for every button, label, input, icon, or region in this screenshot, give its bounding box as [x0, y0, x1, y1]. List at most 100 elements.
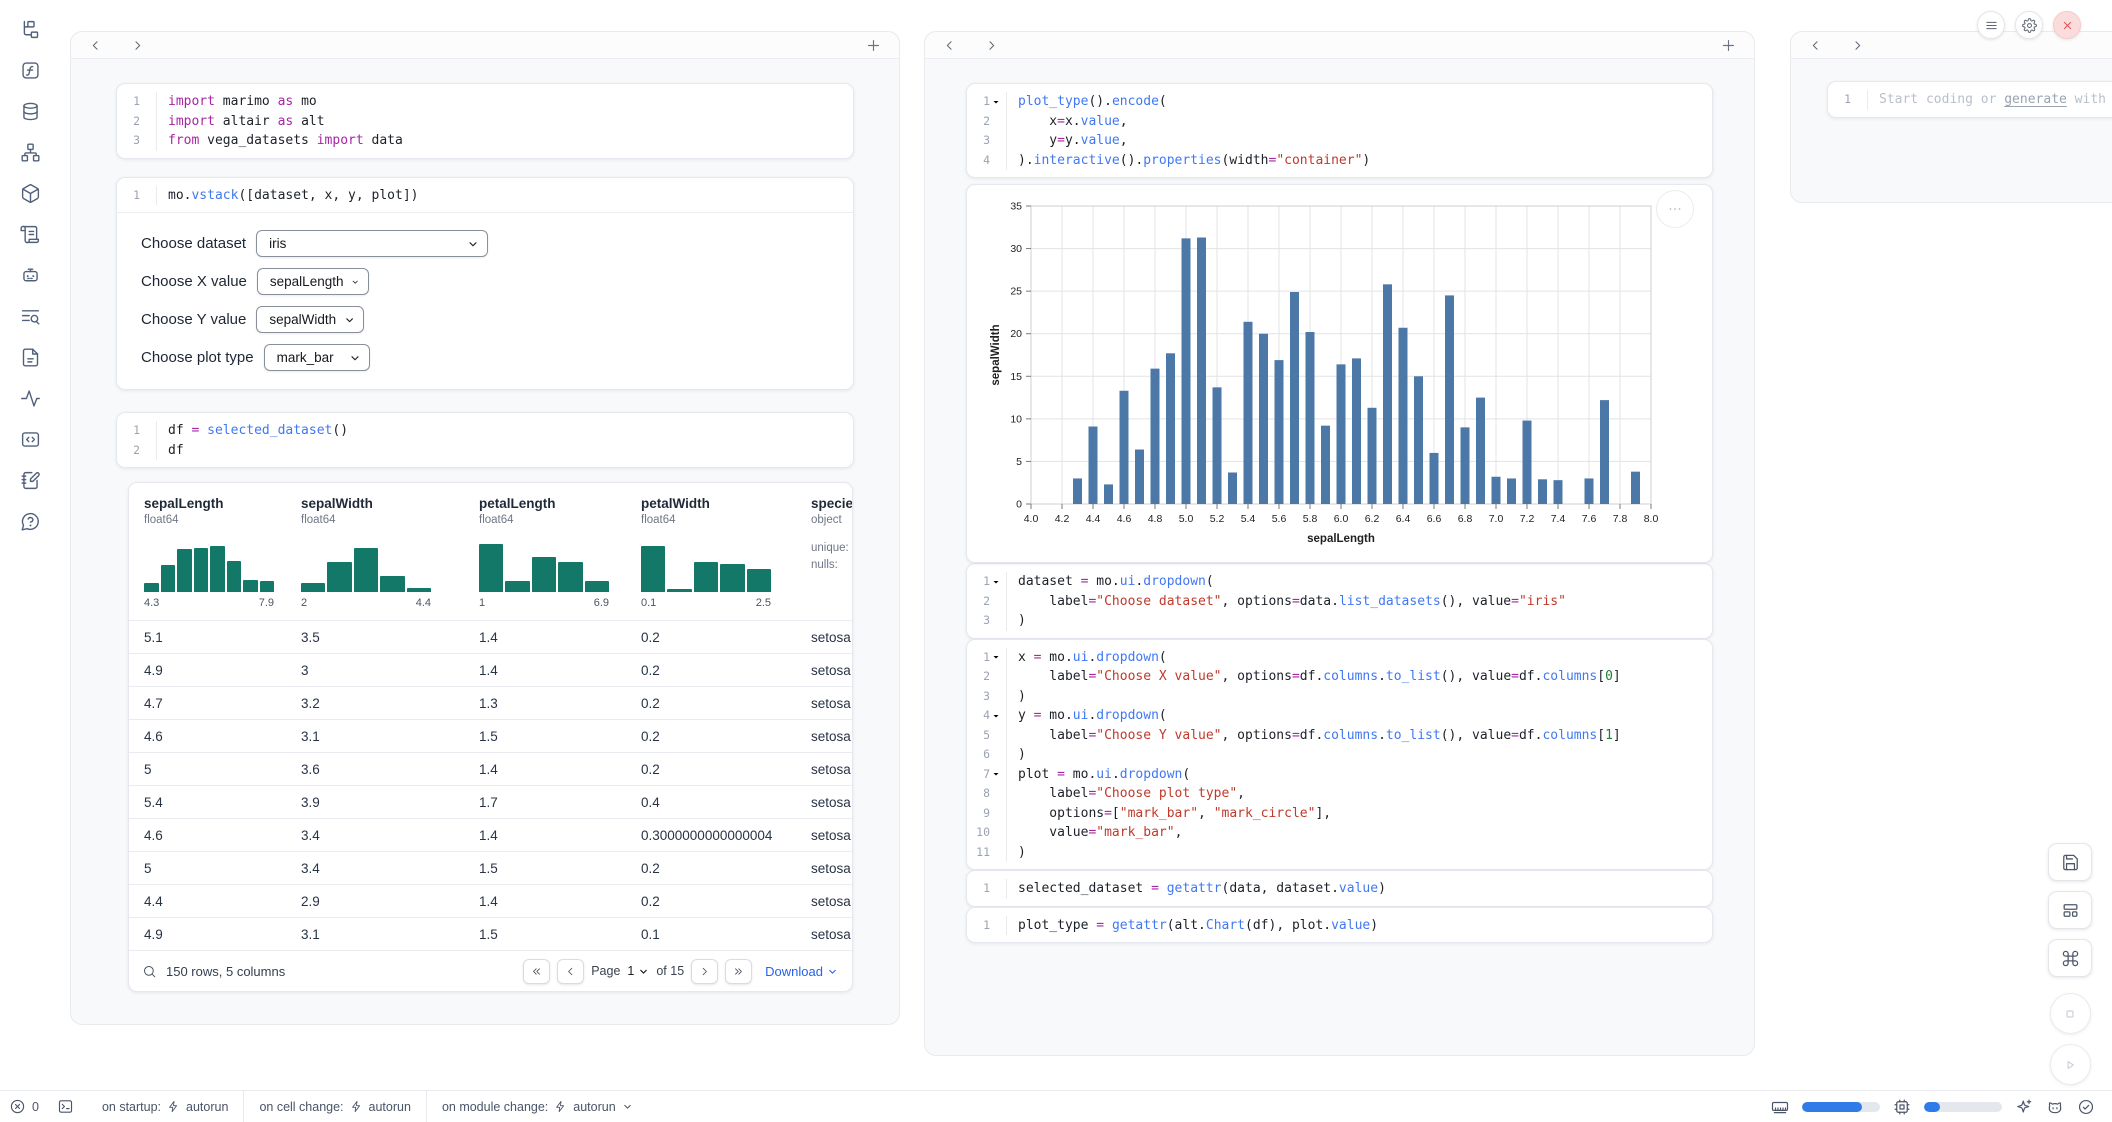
sidebar-item-database[interactable]: [15, 98, 45, 124]
ai-sparkles-icon[interactable]: [2015, 1098, 2033, 1116]
run-button[interactable]: [2050, 1044, 2091, 1085]
sidebar-item-ai-chat[interactable]: [15, 262, 45, 288]
sidebar-item-activity[interactable]: [15, 385, 45, 411]
connection-status-icon[interactable]: [2077, 1098, 2095, 1116]
stop-button[interactable]: [2050, 993, 2091, 1034]
prev-page-button[interactable]: [557, 959, 584, 984]
column-collapse-right-icon[interactable]: [130, 38, 145, 53]
column-collapse-left-icon[interactable]: [1808, 38, 1823, 53]
code-editor[interactable]: 1mo.vstack([dataset, x, y, plot]): [117, 178, 853, 213]
table-column-header[interactable]: petalWidthfloat640.12.5: [641, 496, 811, 620]
autorun-setting-1[interactable]: on startup:autorun: [87, 1091, 243, 1122]
column-collapse-right-icon[interactable]: [984, 38, 999, 53]
code-cell-xyplot-dd[interactable]: 1x = mo.ui.dropdown(2 label="Choose X va…: [966, 639, 1713, 871]
column-collapse-left-icon[interactable]: [88, 38, 103, 53]
table-row[interactable]: 53.41.50.2setosa: [129, 851, 852, 884]
code-editor[interactable]: 1dataset = mo.ui.dropdown(2 label="Choos…: [967, 564, 1712, 638]
setting-value: autorun: [186, 1100, 228, 1114]
generate-link[interactable]: generate: [2004, 92, 2067, 107]
table-row[interactable]: 5.43.91.70.4setosa: [129, 785, 852, 818]
table-column-header[interactable]: sepalWidthfloat6424.4: [301, 496, 479, 620]
table-row[interactable]: 4.931.40.2setosa: [129, 653, 852, 686]
settings-button[interactable]: [2015, 11, 2043, 39]
layout-button[interactable]: [2048, 891, 2092, 929]
table-row[interactable]: 4.93.11.50.1setosa: [129, 917, 852, 950]
sidebar-item-scratchpad[interactable]: [15, 467, 45, 493]
autorun-setting-2[interactable]: on cell change:autorun: [243, 1091, 426, 1122]
sidebar-item-code-snippets[interactable]: [15, 426, 45, 452]
table-column-header[interactable]: sepalLengthfloat644.37.9: [144, 496, 301, 620]
page-select[interactable]: 1: [627, 964, 649, 978]
code-editor[interactable]: 1selected_dataset = getattr(data, datase…: [967, 871, 1712, 906]
table-row[interactable]: 5.13.51.40.2setosa: [129, 620, 852, 653]
fold-chevron-icon[interactable]: [991, 652, 1002, 662]
sidebar-item-help[interactable]: [15, 508, 45, 534]
table-row[interactable]: 4.42.91.40.2setosa: [129, 884, 852, 917]
choose-plot-type-select[interactable]: mark_bar: [264, 344, 370, 371]
fold-chevron-icon[interactable]: [991, 97, 1002, 107]
code-line: 1x = mo.ui.dropdown(: [967, 648, 1712, 668]
table-cell: 3: [301, 663, 479, 678]
next-page-button[interactable]: [691, 959, 718, 984]
autorun-setting-3[interactable]: on module change:autorun: [426, 1091, 648, 1122]
chart-menu-button[interactable]: [1656, 190, 1694, 228]
error-indicator[interactable]: 0: [0, 1091, 48, 1122]
code-text: import marimo as mo: [157, 92, 317, 112]
bar: [1492, 477, 1501, 504]
copilot-icon[interactable]: [2046, 1098, 2064, 1116]
choose-y-value-select[interactable]: sepalWidth: [256, 306, 364, 333]
code-editor[interactable]: 1import marimo as mo2import altair as al…: [117, 84, 853, 158]
sidebar-item-document[interactable]: [15, 344, 45, 370]
table-row[interactable]: 4.73.21.30.2setosa: [129, 686, 852, 719]
command-palette-button[interactable]: [2048, 939, 2092, 977]
choose-dataset-select[interactable]: iris: [256, 230, 488, 257]
column-name: species: [811, 496, 852, 511]
sidebar-item-script-log[interactable]: [15, 221, 45, 247]
table-row[interactable]: 4.63.41.40.3000000000000004setosa: [129, 818, 852, 851]
code-editor[interactable]: 1df = selected_dataset()2df: [117, 413, 853, 467]
code-cell-dataset-dd[interactable]: 1dataset = mo.ui.dropdown(2 label="Choos…: [966, 563, 1713, 639]
add-column-button[interactable]: [865, 37, 882, 54]
bar: [1399, 328, 1408, 504]
fold-chevron-icon[interactable]: [991, 577, 1002, 587]
table-column-header[interactable]: petalLengthfloat6416.9: [479, 496, 641, 620]
sidebar-item-file-tree[interactable]: [15, 16, 45, 42]
first-page-button[interactable]: [523, 959, 550, 984]
code-cell-plot-type[interactable]: 1plot_type = getattr(alt.Chart(df), plot…: [966, 907, 1713, 944]
save-button[interactable]: [2048, 843, 2092, 881]
table-row[interactable]: 4.63.11.50.2setosa: [129, 719, 852, 752]
code-editor[interactable]: 1plot_type().encode(2 x=x.value,3 y=y.va…: [967, 84, 1712, 177]
code-editor[interactable]: 1x = mo.ui.dropdown(2 label="Choose X va…: [967, 640, 1712, 870]
sidebar-item-package[interactable]: [15, 180, 45, 206]
table-column-header[interactable]: speciesobjectunique:nulls:: [811, 496, 852, 620]
fold-chevron-icon[interactable]: [991, 769, 1002, 779]
code-editor[interactable]: 1Start coding or generate with: [1828, 82, 2112, 117]
fold-chevron-icon[interactable]: [991, 711, 1002, 721]
search-icon[interactable]: [142, 964, 157, 979]
choose-x-value-select[interactable]: sepalLength: [257, 268, 369, 295]
add-column-button[interactable]: [1720, 37, 1737, 54]
terminal-button[interactable]: [48, 1091, 83, 1122]
menu-button[interactable]: [1977, 11, 2005, 39]
code-cell-imports[interactable]: 1import marimo as mo2import altair as al…: [116, 83, 854, 159]
column-collapse-right-icon[interactable]: [1850, 38, 1865, 53]
sidebar-item-function[interactable]: [15, 57, 45, 83]
code-cell-encode[interactable]: 1plot_type().encode(2 x=x.value,3 y=y.va…: [966, 83, 1713, 178]
last-page-button[interactable]: [725, 959, 752, 984]
bar: [1182, 238, 1191, 504]
code-cell-vstack[interactable]: 1mo.vstack([dataset, x, y, plot])Choose …: [116, 177, 854, 391]
code-cell-df[interactable]: 1df = selected_dataset()2df: [116, 412, 854, 468]
shutdown-button[interactable]: [2053, 11, 2081, 39]
column-collapse-left-icon[interactable]: [942, 38, 957, 53]
code-editor[interactable]: 1plot_type = getattr(alt.Chart(df), plot…: [967, 908, 1712, 943]
code-text: label="Choose dataset", options=data.lis…: [1007, 592, 1566, 612]
sidebar-item-search-list[interactable]: [15, 303, 45, 329]
line-number: 2: [967, 592, 1007, 612]
bar-chart[interactable]: 4.04.24.44.64.85.05.25.45.65.86.06.26.46…: [985, 198, 1685, 550]
table-row[interactable]: 53.61.40.2setosa: [129, 752, 852, 785]
sidebar-item-dependency-graph[interactable]: [15, 139, 45, 165]
svg-text:7.6: 7.6: [1582, 513, 1597, 525]
scratch-code-cell[interactable]: 1Start coding or generate with: [1827, 81, 2112, 118]
download-button[interactable]: Download: [765, 964, 838, 979]
code-cell-selected-dataset[interactable]: 1selected_dataset = getattr(data, datase…: [966, 870, 1713, 907]
